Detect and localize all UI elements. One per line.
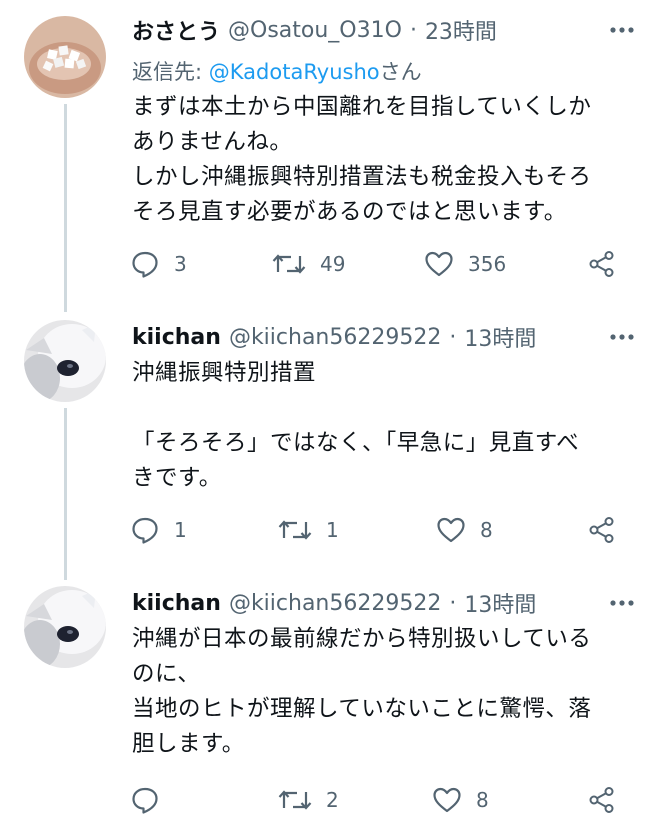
avatar-kiichan[interactable] <box>24 320 106 402</box>
share-icon <box>588 250 616 278</box>
like-button[interactable]: 8 <box>436 512 493 548</box>
tweet-text: まずは本土から中国離れを目指していくしか ありませんね。 しかし沖縄振興特別措置… <box>132 94 592 225</box>
more-dots-icon[interactable] <box>604 320 640 354</box>
tweet-actions: 3 49 356 <box>130 246 620 282</box>
reply-button[interactable]: 1 <box>130 512 187 548</box>
share-icon <box>588 786 616 814</box>
tweet-text: 沖縄が日本の最前線だから特別扱いしている のに、 当地のヒトが理解していないこと… <box>132 626 592 757</box>
separator-dot: · <box>409 17 417 43</box>
share-button[interactable] <box>588 246 616 282</box>
tweet-text: 沖縄振興特別措置 「そろそろ」ではなく、「早急に」見直すべ きです。 <box>132 360 580 491</box>
user-handle[interactable]: @kiichan56229522 <box>229 325 441 350</box>
user-handle[interactable]: @kiichan56229522 <box>229 591 441 616</box>
reply-count: 1 <box>174 518 187 542</box>
reply-bubble-icon <box>130 785 160 815</box>
like-button[interactable]: 8 <box>432 782 489 818</box>
reply-bubble-icon <box>130 515 160 545</box>
avatar-kiichan[interactable] <box>24 586 106 668</box>
tweet-actions: 2 8 <box>130 782 620 818</box>
thread-line <box>64 408 67 580</box>
retweet-icon <box>278 516 312 544</box>
tweet-1[interactable]: おさとう @Osatou_O31O · 23時間 返信先: @KadotaRyu… <box>0 0 648 318</box>
share-button[interactable] <box>588 782 616 818</box>
share-button[interactable] <box>588 512 616 548</box>
heart-icon <box>432 786 462 814</box>
timestamp[interactable]: 23時間 <box>425 14 497 46</box>
tweet-header: おさとう @Osatou_O31O · 23時間 <box>132 13 628 47</box>
reply-mention-link[interactable]: @KadotaRyusho <box>209 60 380 84</box>
reply-bubble-icon <box>130 249 160 279</box>
timestamp[interactable]: 13時間 <box>464 321 536 353</box>
heart-icon <box>424 250 454 278</box>
thread-line <box>64 104 67 312</box>
timestamp[interactable]: 13時間 <box>464 587 536 619</box>
separator-dot: · <box>449 590 457 616</box>
replying-to: 返信先: @KadotaRyushoさん <box>132 56 422 86</box>
retweet-count: 1 <box>326 518 339 542</box>
reply-button[interactable] <box>130 782 174 818</box>
reply-suffix: さん <box>379 60 422 84</box>
display-name[interactable]: kiichan <box>132 325 221 350</box>
tweet-header: kiichan @kiichan56229522 · 13時間 <box>132 586 628 620</box>
like-button[interactable]: 356 <box>424 246 506 282</box>
like-count: 8 <box>480 518 493 542</box>
retweet-button[interactable]: 49 <box>272 246 345 282</box>
retweet-count: 49 <box>320 252 346 276</box>
tweet-3[interactable]: kiichan @kiichan56229522 · 13時間 沖縄が日本の最前… <box>0 584 648 832</box>
like-count: 8 <box>476 788 489 812</box>
retweet-button[interactable]: 1 <box>278 512 339 548</box>
display-name[interactable]: kiichan <box>132 591 221 616</box>
tweet-actions: 1 1 8 <box>130 512 620 548</box>
reply-prefix: 返信先: <box>132 60 209 84</box>
retweet-icon <box>272 250 306 278</box>
avatar-osatou[interactable] <box>24 16 106 98</box>
more-dots-icon[interactable] <box>604 586 640 620</box>
display-name[interactable]: おさとう <box>132 14 220 46</box>
reply-button[interactable]: 3 <box>130 246 187 282</box>
share-icon <box>588 516 616 544</box>
heart-icon <box>436 516 466 544</box>
retweet-button[interactable]: 2 <box>278 782 339 818</box>
retweet-count: 2 <box>326 788 339 812</box>
tweet-2[interactable]: kiichan @kiichan56229522 · 13時間 沖縄振興特別措置… <box>0 318 648 584</box>
like-count: 356 <box>468 252 507 276</box>
separator-dot: · <box>449 324 457 350</box>
more-dots-icon[interactable] <box>604 13 640 47</box>
reply-count: 3 <box>174 252 187 276</box>
user-handle[interactable]: @Osatou_O31O <box>228 18 402 43</box>
tweet-header: kiichan @kiichan56229522 · 13時間 <box>132 320 628 354</box>
retweet-icon <box>278 786 312 814</box>
